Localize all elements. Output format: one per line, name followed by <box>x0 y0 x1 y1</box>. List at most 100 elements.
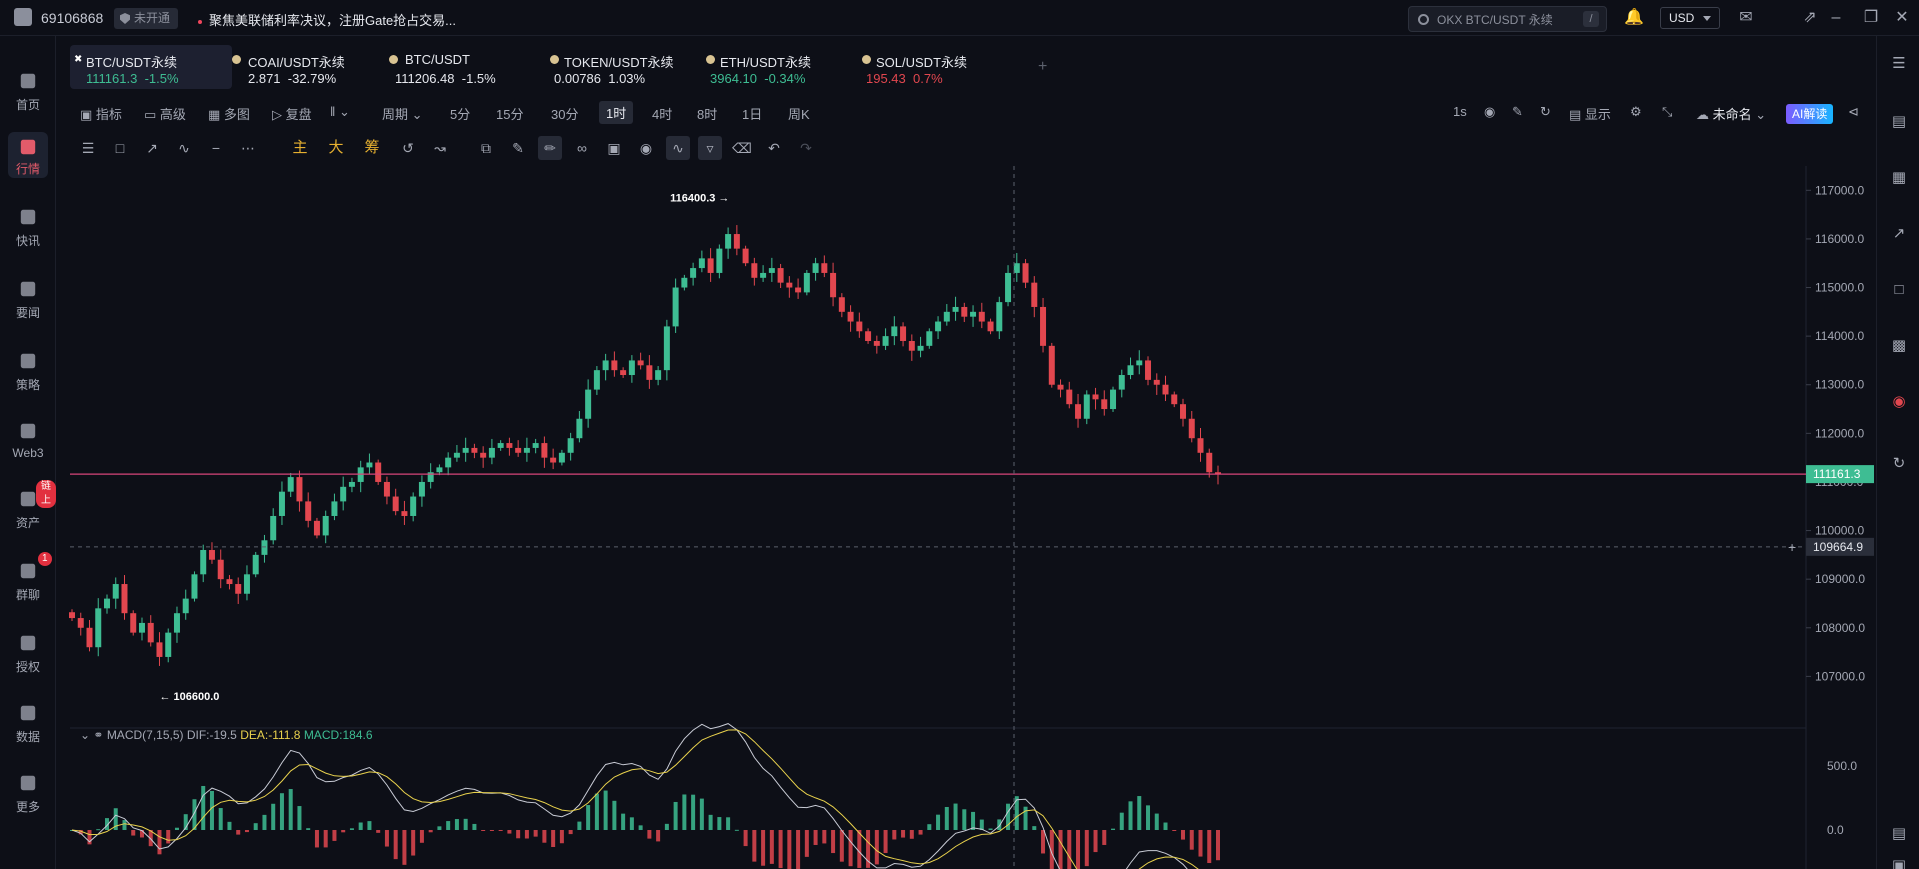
calendar-icon[interactable]: ▩ <box>1889 336 1909 356</box>
search-input[interactable] <box>1437 11 1577 28</box>
trash-icon[interactable]: ⌫ <box>730 136 754 160</box>
share-icon[interactable]: ⊲ <box>1848 104 1859 120</box>
collapse-icon[interactable]: ⌄ <box>80 728 90 742</box>
close-icon[interactable]: ✕ <box>1892 8 1912 28</box>
camera-icon[interactable]: ◉ <box>1484 104 1495 120</box>
filter-icon[interactable]: ▿ <box>698 136 722 160</box>
bell-icon[interactable]: ⚭ <box>93 728 103 742</box>
nav-item-chat[interactable]: 群聊 1 <box>0 552 56 610</box>
announcement[interactable]: 聚焦美联储利率决议，注册Gate抢占交易... <box>198 10 456 29</box>
hide-icon[interactable]: ◉ <box>634 136 658 160</box>
period-dropdown[interactable]: 周期 ⌄ <box>382 104 423 123</box>
nav-item-web3[interactable]: Web3 <box>0 414 56 470</box>
interval-8h[interactable]: 8时 <box>697 104 717 123</box>
interval-1w[interactable]: 周K <box>788 104 810 123</box>
draw-mode-icon[interactable]: ✏ <box>538 136 562 160</box>
trend-icon[interactable]: ↗ <box>1889 224 1909 244</box>
avatar[interactable] <box>14 8 32 26</box>
add-tab-icon[interactable]: + <box>1038 58 1047 76</box>
brush-icon[interactable]: ∿ <box>172 136 196 160</box>
chip-distribution-button[interactable]: 筹 <box>360 136 384 160</box>
advanced-button[interactable]: ▭ 高级 <box>144 104 186 123</box>
fullscreen-icon[interactable]: ⤡ <box>1662 104 1672 120</box>
menu-icon[interactable]: ☰ <box>76 136 100 160</box>
chart-type-icon[interactable]: ‖ ⌄ <box>330 104 350 120</box>
trend-line-icon[interactable]: ↗ <box>140 136 164 160</box>
history-icon[interactable]: ↻ <box>1889 454 1909 474</box>
nav-item-flash-news[interactable]: 快讯 <box>0 200 56 256</box>
order-list-icon[interactable]: ☰ <box>1889 54 1909 74</box>
crosshair-price-tag <box>1806 537 1874 556</box>
account-status-badge[interactable]: 未开通 <box>114 8 179 29</box>
nav-item-data[interactable]: 数据 <box>0 696 56 752</box>
replay-button[interactable]: ▷ 复盘 <box>272 104 312 123</box>
interval-15m[interactable]: 15分 <box>496 104 523 123</box>
ruler-icon[interactable]: ✎ <box>506 136 530 160</box>
rectangle-icon[interactable]: □ <box>108 136 132 160</box>
minimize-icon[interactable]: – <box>1826 8 1846 28</box>
macd-bar <box>848 830 853 867</box>
candle-body <box>742 248 749 264</box>
copy-icon[interactable]: ⧉ <box>474 136 498 160</box>
mail-icon[interactable]: ✉ <box>1736 8 1756 28</box>
bell-icon[interactable]: 🔔 <box>1624 8 1644 28</box>
pen-icon[interactable]: ✎ <box>1512 104 1523 120</box>
tab-coai-usdt-perp[interactable]: COAI/USDT永续 2.871 -32.79% <box>232 45 398 89</box>
transform-icon[interactable]: ↺ <box>396 136 420 160</box>
macd-bar <box>393 830 398 860</box>
magnet-icon[interactable]: ∞ <box>570 136 594 160</box>
settings-icon[interactable]: ⚙ <box>1630 104 1642 120</box>
interval-30m[interactable]: 30分 <box>551 104 578 123</box>
display-button[interactable]: ▤ 显示 <box>1569 104 1611 123</box>
large-order-button[interactable]: 大 <box>324 136 348 160</box>
chart-box-icon[interactable]: □ <box>1889 280 1909 300</box>
tab-token-usdt-perp[interactable]: TOKEN/USDT永续 0.00786 1.03% <box>548 45 710 89</box>
measure-icon[interactable]: ↝ <box>428 136 452 160</box>
interval-1h[interactable]: 1时 <box>599 101 634 124</box>
ai-interpret-button[interactable]: AI解读 <box>1786 104 1834 124</box>
macd-bar <box>1023 806 1028 830</box>
candle-body <box>77 618 84 628</box>
panel-toggle-icon[interactable]: ▤ <box>1889 824 1909 844</box>
popout-icon[interactable]: ⇗ <box>1800 8 1820 28</box>
tab-eth-usdt-perp[interactable]: ETH/USDT永续 3964.10 -0.34% <box>704 45 866 89</box>
horizontal-line-icon[interactable]: − <box>204 136 228 160</box>
nav-item-auth[interactable]: 授权 <box>0 626 56 682</box>
robot-icon[interactable]: ◉ <box>1889 392 1909 412</box>
tab-sol-usdt-perp[interactable]: SOL/USDT永续 195.43 0.7% <box>860 45 1022 89</box>
nav-item-more[interactable]: 更多 <box>0 766 56 822</box>
interval-4h[interactable]: 4时 <box>652 104 672 123</box>
multi-chart-button[interactable]: ▦ 多图 <box>208 104 250 123</box>
document-icon[interactable]: ▤ <box>1889 112 1909 132</box>
tab-price: 111161.3 -1.5% <box>86 71 179 86</box>
nav-item-wallet[interactable]: 资产 链上 <box>0 480 56 538</box>
search-box[interactable]: / <box>1408 6 1607 32</box>
tab-btc-usdt-perp[interactable]: ✖ BTC/USDT永续 111161.3 -1.5% <box>70 45 232 89</box>
nav-item-home[interactable]: 首页 <box>0 64 56 120</box>
close-tab-icon[interactable]: ✖ <box>74 55 83 65</box>
link-icon[interactable]: ∿ <box>666 136 690 160</box>
tab-btc-usdt[interactable]: BTC/USDT 111206.48 -1.5% <box>389 45 555 89</box>
refresh-rate[interactable]: 1s <box>1453 104 1467 119</box>
interval-5m[interactable]: 5分 <box>450 104 470 123</box>
restore-icon[interactable]: ❐ <box>1861 8 1881 28</box>
main-indicator-button[interactable]: 主 <box>288 136 312 160</box>
rotate-icon[interactable]: ↻ <box>1540 104 1551 120</box>
add-alert-icon[interactable]: + <box>1788 539 1796 555</box>
window-icon[interactable]: ▣ <box>1889 856 1909 869</box>
indicators-button[interactable]: ▣ 指标 <box>80 104 122 123</box>
undo-icon[interactable]: ↶ <box>762 136 786 160</box>
candle-body <box>751 263 758 278</box>
nav-item-news[interactable]: 要闻 <box>0 272 56 328</box>
redo-icon[interactable]: ↷ <box>794 136 818 160</box>
more-dots-icon[interactable]: ⋯ <box>236 136 260 160</box>
nav-item-bot[interactable]: 策略 <box>0 344 56 400</box>
currency-select[interactable]: USD <box>1660 7 1720 29</box>
interval-1d[interactable]: 1日 <box>742 104 762 123</box>
data-icon <box>20 705 36 721</box>
nav-item-market[interactable]: 行情 <box>8 132 48 178</box>
calculator-icon[interactable]: ▦ <box>1889 168 1909 188</box>
lock-icon[interactable]: ▣ <box>602 136 626 160</box>
macd-bar <box>673 801 678 830</box>
layout-dropdown[interactable]: ☁ 未命名 ⌄ <box>1696 104 1766 123</box>
